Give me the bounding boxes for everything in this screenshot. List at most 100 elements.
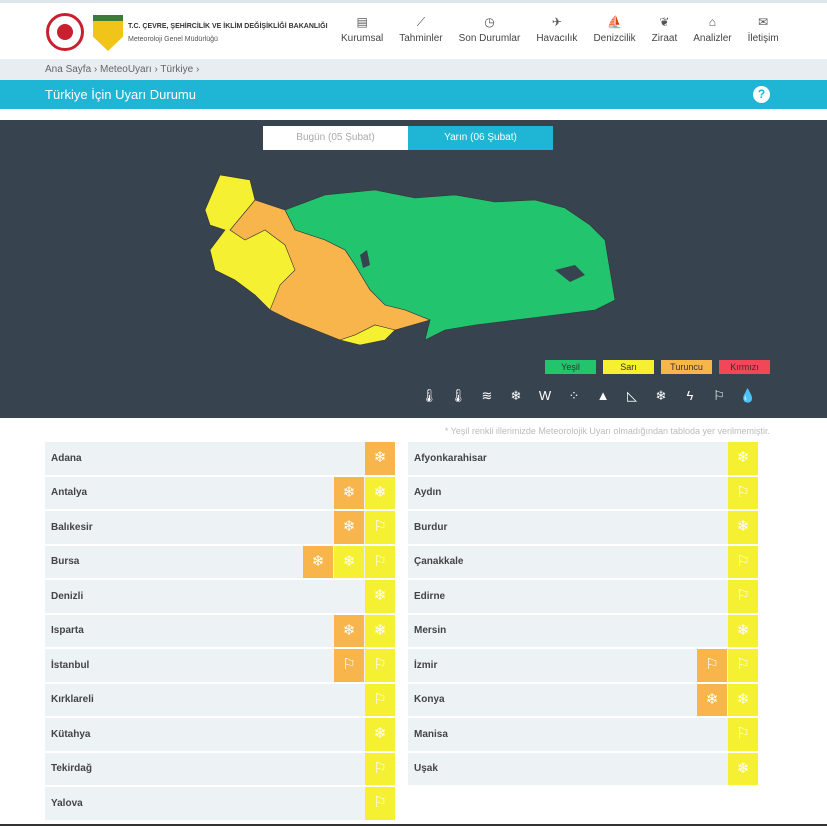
province-name: Edirne (414, 590, 446, 602)
snow-warning-icon[interactable]: ❄ (728, 614, 758, 647)
province-name: Manisa (414, 728, 448, 740)
breadcrumb[interactable]: Ana Sayfa › MeteoUyarı › Türkiye › (0, 59, 827, 80)
table-row[interactable]: Isparta ❄ ❄ (45, 614, 395, 647)
snow-warning-icon[interactable]: ❄ (365, 614, 395, 647)
nav-label: Denizcilik (593, 33, 636, 44)
province-name: İstanbul (51, 659, 90, 671)
nav-item[interactable]: ❦ Ziraat (644, 15, 686, 44)
table-row[interactable]: Denizli ❄ (45, 580, 395, 613)
wind-warning-icon[interactable]: ⚐ (365, 683, 395, 716)
wind-warning-icon[interactable]: ⚐ (365, 649, 395, 682)
thunder-icon[interactable]: ϟ (681, 388, 699, 404)
snow-warning-icon[interactable]: ❄ (728, 683, 758, 716)
nav-item[interactable]: ▤ Kurumsal (333, 15, 391, 44)
table-row[interactable]: Manisa ⚐ (408, 718, 758, 751)
cold-icon[interactable]: 🌡 (420, 388, 438, 404)
snow-warning-icon[interactable]: ❄ (334, 511, 364, 544)
wind-warning-icon[interactable]: ⚐ (365, 752, 395, 785)
fog-icon[interactable]: ≋ (478, 388, 496, 404)
snow-warning-icon[interactable]: ❄ (303, 545, 333, 578)
province-name: Isparta (51, 625, 84, 637)
table-row[interactable]: Adana ❄ (45, 442, 395, 475)
province-name: Adana (51, 452, 82, 464)
table-row[interactable]: Afyonkarahisar ❄ (408, 442, 758, 475)
wind-warning-icon[interactable]: ⚐ (728, 545, 758, 578)
nav-item[interactable]: ◷ Son Durumlar (451, 15, 529, 44)
wind-rain-icon[interactable]: ⁘ (565, 388, 583, 404)
snow-warning-icon[interactable]: ❄ (728, 442, 758, 475)
province-name: Çanakkale (414, 556, 464, 568)
snow-warning-icon[interactable]: ❄ (697, 683, 727, 716)
wind-warning-icon[interactable]: ⚐ (365, 545, 395, 578)
table-row[interactable]: İstanbul ⚐ ⚐ (45, 649, 395, 682)
legend-item: Yeşil (545, 360, 596, 374)
nav-label: Kurumsal (341, 33, 384, 44)
table-row[interactable]: Bursa ❄ ❄ ⚐ (45, 545, 395, 578)
wind-warning-icon[interactable]: ⚐ (697, 649, 727, 682)
nav-icon: ❦ (659, 15, 670, 29)
snow-warning-icon[interactable]: ❄ (365, 476, 395, 509)
wind-warning-icon[interactable]: ⚐ (365, 787, 395, 820)
note: * Yeşil renkli illerimizde Meteorolojik … (444, 426, 770, 436)
help-icon[interactable]: ? (753, 86, 770, 103)
wind-warning-icon[interactable]: ⚐ (728, 649, 758, 682)
snow-warning-icon[interactable]: ❄ (728, 511, 758, 544)
snow-warning-icon[interactable]: ❄ (334, 614, 364, 647)
header: T.C. ÇEVRE, ŞEHİRCİLİK VE İKLİM DEĞİŞİKL… (0, 3, 827, 59)
table-row[interactable]: Kırklareli ⚐ (45, 683, 395, 716)
table-row[interactable]: Kütahya ❄ (45, 718, 395, 751)
province-name: Yalova (51, 797, 83, 809)
table-row[interactable]: Konya ❄ ❄ (408, 683, 758, 716)
nav-item[interactable]: ⟋ Tahminler (391, 15, 450, 44)
nav-icon: ▤ (356, 15, 368, 29)
wind-warning-icon[interactable]: ⚐ (728, 580, 758, 613)
tab-tomorrow[interactable]: Yarın (06 Şubat) (408, 126, 553, 150)
snow-warning-icon[interactable]: ❄ (334, 476, 364, 509)
table-row[interactable]: Tekirdağ ⚐ (45, 752, 395, 785)
nav-item[interactable]: ⛵ Denizcilik (585, 15, 643, 44)
nav-item[interactable]: ✈ Havacılık (528, 15, 585, 44)
snow-ice-icon[interactable]: ❄ (507, 388, 525, 404)
table-row[interactable]: İzmir ⚐ ⚐ (408, 649, 758, 682)
province-name: Konya (414, 694, 445, 706)
nav-icon: ⌂ (708, 15, 717, 29)
snow-warning-icon[interactable]: ❄ (334, 545, 364, 578)
nav-icon: ◷ (484, 15, 495, 29)
legend: Yeşil Sarı Turuncu Kırmızı (545, 360, 770, 374)
snow-warning-icon[interactable]: ❄ (365, 442, 395, 475)
landslide-icon[interactable]: ◺ (623, 388, 641, 404)
snow-warning-icon[interactable]: ❄ (365, 580, 395, 613)
turkey-map[interactable] (195, 170, 625, 360)
table-row[interactable]: Aydın ⚐ (408, 476, 758, 509)
table-row[interactable]: Çanakkale ⚐ (408, 545, 758, 578)
tab-today[interactable]: Bugün (05 Şubat) (263, 126, 408, 150)
province-name: Tekirdağ (51, 763, 92, 775)
avalanche-icon[interactable]: ▲ (594, 388, 612, 404)
wind-warning-icon[interactable]: ⚐ (334, 649, 364, 682)
wind-warning-icon[interactable]: ⚐ (728, 476, 758, 509)
snow-icon[interactable]: ❄ (652, 388, 670, 404)
wind-warning-icon[interactable]: ⚐ (728, 718, 758, 751)
ministry-logo[interactable] (46, 13, 84, 51)
table-row[interactable]: Antalya ❄ ❄ (45, 476, 395, 509)
table-row[interactable]: Yalova ⚐ (45, 787, 395, 820)
dust-icon[interactable]: W (536, 388, 554, 404)
table-row[interactable]: Edirne ⚐ (408, 580, 758, 613)
nav-label: Ziraat (651, 33, 678, 44)
province-name: Uşak (414, 763, 438, 775)
rain-icon[interactable]: 💧 (739, 388, 757, 404)
nav-item[interactable]: ✉ İletişim (740, 15, 787, 44)
table-row[interactable]: Uşak ❄ (408, 752, 758, 785)
nav-icon: ⟋ (416, 15, 426, 29)
table-row[interactable]: Mersin ❄ (408, 614, 758, 647)
table-row[interactable]: Balıkesir ❄ ⚐ (45, 511, 395, 544)
wind-icon[interactable]: ⚐ (710, 388, 728, 404)
nav-item[interactable]: ⌂ Analizler (685, 15, 739, 44)
snow-warning-icon[interactable]: ❄ (365, 718, 395, 751)
snow-warning-icon[interactable]: ❄ (728, 752, 758, 785)
wind-warning-icon[interactable]: ⚐ (365, 511, 395, 544)
mgm-logo[interactable] (93, 15, 123, 51)
province-name: Mersin (414, 625, 447, 637)
table-row[interactable]: Burdur ❄ (408, 511, 758, 544)
hot-icon[interactable]: 🌡 (449, 388, 467, 404)
